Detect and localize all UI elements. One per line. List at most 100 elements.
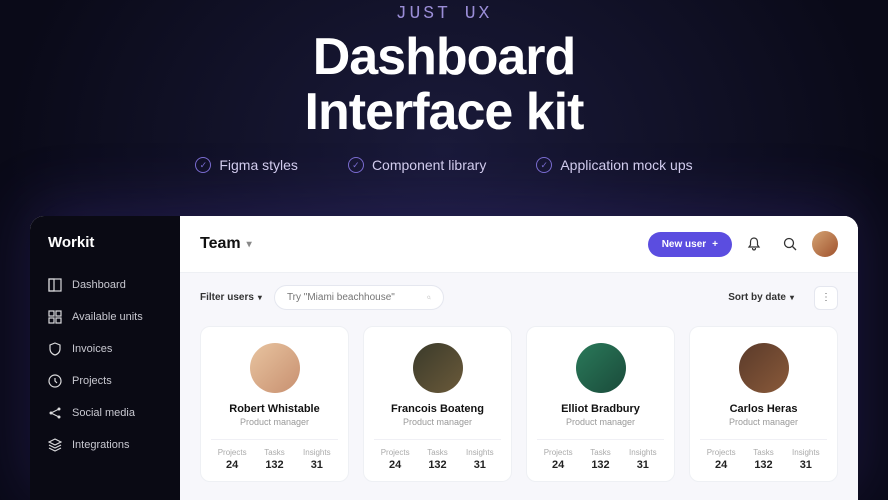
user-role: Product manager xyxy=(211,417,338,427)
stat-value: 24 xyxy=(211,459,253,471)
stat-value: 24 xyxy=(537,459,579,471)
stat-label: Insights xyxy=(296,448,338,457)
user-role: Product manager xyxy=(374,417,501,427)
layers-icon xyxy=(48,438,62,452)
search-input[interactable] xyxy=(287,292,419,303)
user-card[interactable]: Francois Boateng Product manager Project… xyxy=(363,326,512,482)
check-icon: ✓ xyxy=(195,157,211,173)
shield-icon xyxy=(48,342,62,356)
stat-value: 31 xyxy=(296,459,338,471)
stat-value: 31 xyxy=(459,459,501,471)
stat-label: Tasks xyxy=(253,448,295,457)
avatar xyxy=(739,343,789,393)
stat-value: 132 xyxy=(742,459,784,471)
sidebar-item-label: Dashboard xyxy=(72,279,126,291)
bell-icon xyxy=(747,237,761,251)
stat-label: Projects xyxy=(211,448,253,457)
stat-label: Projects xyxy=(700,448,742,457)
hero-title: Dashboard Interface kit xyxy=(0,30,888,139)
chevron-down-icon: ▾ xyxy=(258,293,262,302)
user-role: Product manager xyxy=(537,417,664,427)
topbar: Team ▾ New user + xyxy=(180,216,858,273)
new-user-button[interactable]: New user + xyxy=(648,232,732,257)
check-icon: ✓ xyxy=(536,157,552,173)
main-content: Team ▾ New user + Filter users ▾ xyxy=(180,216,858,500)
share-icon xyxy=(48,406,62,420)
sidebar: Workit Dashboard Available units Invoice… xyxy=(30,216,180,500)
stat-label: Insights xyxy=(785,448,827,457)
feature-label: Application mock ups xyxy=(560,157,692,173)
user-card[interactable]: Carlos Heras Product manager Projects 24 … xyxy=(689,326,838,482)
feature-list: ✓ Figma styles ✓ Component library ✓ App… xyxy=(0,157,888,173)
sort-button[interactable]: Sort by date ▾ xyxy=(728,292,794,303)
user-card[interactable]: Robert Whistable Product manager Project… xyxy=(200,326,349,482)
stat-label: Insights xyxy=(459,448,501,457)
user-name: Francois Boateng xyxy=(374,403,501,415)
sidebar-item-dashboard[interactable]: Dashboard xyxy=(30,269,180,301)
avatar xyxy=(250,343,300,393)
filter-users-button[interactable]: Filter users ▾ xyxy=(200,292,262,303)
sidebar-item-label: Social media xyxy=(72,407,135,419)
sidebar-item-invoices[interactable]: Invoices xyxy=(30,333,180,365)
more-options-button[interactable]: ⋮ xyxy=(814,286,838,310)
stat-value: 132 xyxy=(416,459,458,471)
chevron-down-icon: ▾ xyxy=(247,239,252,250)
search-icon xyxy=(427,292,431,303)
sidebar-item-label: Available units xyxy=(72,311,143,323)
stat-value: 24 xyxy=(700,459,742,471)
feature-label: Figma styles xyxy=(219,157,298,173)
dots-icon: ⋮ xyxy=(821,292,831,303)
user-stats: Projects 24 Tasks 132 Insights 31 xyxy=(211,439,338,471)
stat-value: 24 xyxy=(374,459,416,471)
stat-value: 31 xyxy=(622,459,664,471)
sidebar-item-units[interactable]: Available units xyxy=(30,301,180,333)
stat-value: 132 xyxy=(579,459,621,471)
search-button[interactable] xyxy=(776,230,804,258)
stat-label: Projects xyxy=(537,448,579,457)
grid-icon xyxy=(48,310,62,324)
stat-label: Tasks xyxy=(579,448,621,457)
user-name: Carlos Heras xyxy=(700,403,827,415)
stat-label: Tasks xyxy=(742,448,784,457)
user-cards: Robert Whistable Product manager Project… xyxy=(180,322,858,482)
feature-item: ✓ Component library xyxy=(348,157,486,173)
page-title[interactable]: Team ▾ xyxy=(200,235,252,253)
clock-icon xyxy=(48,374,62,388)
sidebar-item-social[interactable]: Social media xyxy=(30,397,180,429)
dashboard-icon xyxy=(48,278,62,292)
plus-icon: + xyxy=(712,239,718,250)
avatar xyxy=(576,343,626,393)
user-name: Elliot Bradbury xyxy=(537,403,664,415)
stat-label: Projects xyxy=(374,448,416,457)
brand-label: JUST UX xyxy=(0,4,888,24)
stat-value: 31 xyxy=(785,459,827,471)
filter-bar: Filter users ▾ Sort by date ▾ ⋮ xyxy=(180,273,858,322)
user-stats: Projects 24 Tasks 132 Insights 31 xyxy=(700,439,827,471)
feature-label: Component library xyxy=(372,157,486,173)
sidebar-item-integrations[interactable]: Integrations xyxy=(30,429,180,461)
search-icon xyxy=(783,237,797,251)
search-field[interactable] xyxy=(274,285,444,310)
user-stats: Projects 24 Tasks 132 Insights 31 xyxy=(537,439,664,471)
feature-item: ✓ Figma styles xyxy=(195,157,298,173)
user-card[interactable]: Elliot Bradbury Product manager Projects… xyxy=(526,326,675,482)
sidebar-item-label: Invoices xyxy=(72,343,112,355)
sidebar-item-label: Integrations xyxy=(72,439,129,451)
user-avatar[interactable] xyxy=(812,231,838,257)
stat-label: Tasks xyxy=(416,448,458,457)
stat-label: Insights xyxy=(622,448,664,457)
chevron-down-icon: ▾ xyxy=(790,293,794,302)
stat-value: 132 xyxy=(253,459,295,471)
sidebar-item-label: Projects xyxy=(72,375,112,387)
app-logo: Workit xyxy=(30,234,180,269)
user-stats: Projects 24 Tasks 132 Insights 31 xyxy=(374,439,501,471)
feature-item: ✓ Application mock ups xyxy=(536,157,692,173)
user-name: Robert Whistable xyxy=(211,403,338,415)
check-icon: ✓ xyxy=(348,157,364,173)
hero-section: JUST UX Dashboard Interface kit ✓ Figma … xyxy=(0,0,888,173)
avatar xyxy=(413,343,463,393)
app-window: Workit Dashboard Available units Invoice… xyxy=(30,216,858,500)
user-role: Product manager xyxy=(700,417,827,427)
notifications-button[interactable] xyxy=(740,230,768,258)
sidebar-item-projects[interactable]: Projects xyxy=(30,365,180,397)
